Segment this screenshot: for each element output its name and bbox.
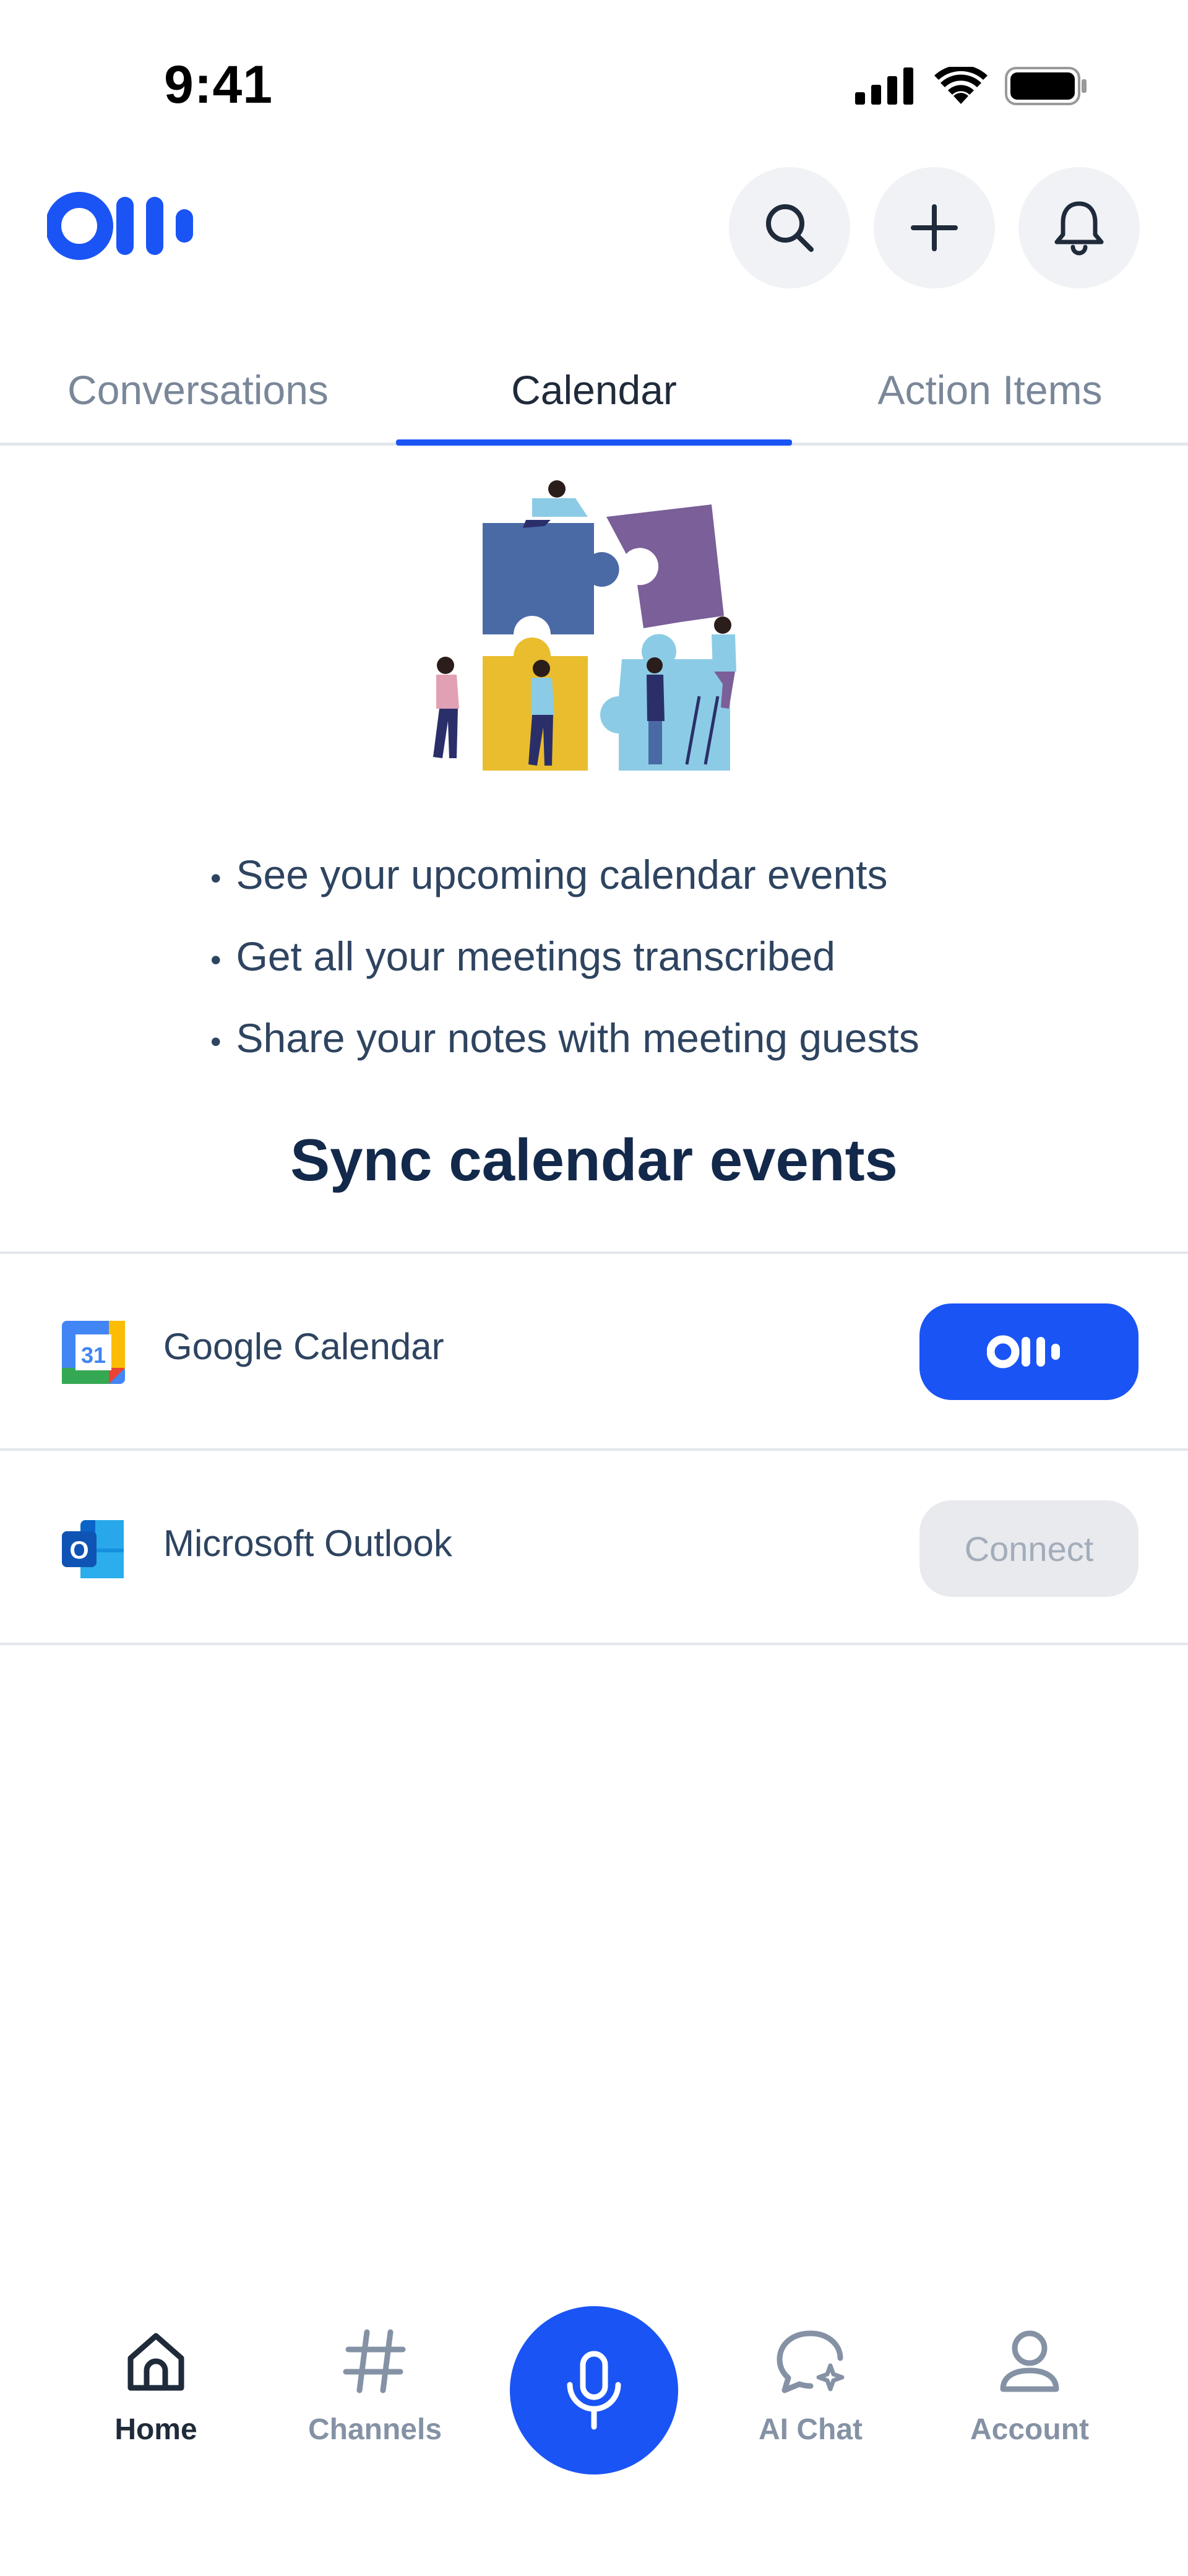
feature-item: • Get all your meetings transcribed bbox=[210, 933, 835, 979]
nav-home[interactable]: Home bbox=[75, 2327, 236, 2447]
notifications-button[interactable] bbox=[1018, 167, 1140, 288]
battery-icon bbox=[1005, 67, 1087, 105]
tab-calendar[interactable]: Calendar bbox=[396, 334, 792, 446]
status-icons bbox=[855, 67, 1089, 105]
puzzle-illustration bbox=[433, 480, 736, 771]
tab-action-items[interactable]: Action Items bbox=[792, 334, 1188, 446]
search-button[interactable] bbox=[729, 167, 850, 288]
otter-logo-icon bbox=[987, 1335, 1060, 1368]
plus-icon bbox=[911, 204, 958, 251]
tab-bar: Conversations Calendar Action Items bbox=[0, 334, 1188, 446]
google-calendar-icon: 31 bbox=[62, 1321, 125, 1384]
bottom-nav: Home Channels AI Chat Account bbox=[0, 2278, 1188, 2538]
feature-list: • See your upcoming calendar events • Get … bbox=[210, 836, 1077, 1081]
nav-account[interactable]: Account bbox=[949, 2327, 1110, 2447]
wifi-icon bbox=[934, 67, 988, 104]
add-button[interactable] bbox=[874, 167, 995, 288]
status-bar: 9:41 bbox=[0, 0, 1188, 161]
google-calendar-label: Google Calendar bbox=[163, 1326, 444, 1367]
sync-title: Sync calendar events bbox=[290, 1127, 898, 1193]
nav-ai-chat-label: AI Chat bbox=[759, 2413, 863, 2446]
active-tab-indicator bbox=[396, 439, 792, 446]
search-icon bbox=[766, 204, 814, 252]
nav-channels-label: Channels bbox=[308, 2413, 442, 2446]
record-button[interactable] bbox=[510, 2306, 678, 2474]
home-icon bbox=[127, 2333, 184, 2391]
bell-icon bbox=[1054, 201, 1104, 256]
google-calendar-connected-button[interactable] bbox=[919, 1303, 1138, 1400]
nav-ai-chat[interactable]: AI Chat bbox=[730, 2327, 891, 2447]
mic-icon bbox=[567, 2351, 621, 2430]
outlook-row: O Microsoft Outlook Connect bbox=[0, 1448, 1188, 1645]
feature-item: • Share your notes with meeting guests bbox=[210, 1015, 919, 1061]
google-calendar-row: 31 Google Calendar bbox=[0, 1251, 1188, 1448]
status-time: 9:41 bbox=[164, 55, 273, 115]
cellular-signal-icon bbox=[855, 67, 913, 105]
user-icon bbox=[1000, 2330, 1059, 2392]
svg-text:O: O bbox=[69, 1537, 88, 1564]
svg-text:31: 31 bbox=[81, 1342, 106, 1368]
feature-item: • See your upcoming calendar events bbox=[210, 852, 888, 897]
nav-home-label: Home bbox=[114, 2413, 197, 2446]
outlook-label: Microsoft Outlook bbox=[163, 1523, 452, 1564]
outlook-icon: O bbox=[62, 1520, 124, 1578]
nav-channels[interactable]: Channels bbox=[295, 2327, 455, 2447]
chat-sparkle-icon bbox=[777, 2330, 845, 2393]
nav-account-label: Account bbox=[970, 2413, 1089, 2446]
otter-logo-icon[interactable] bbox=[45, 192, 214, 260]
outlook-connect-button[interactable]: Connect bbox=[919, 1500, 1138, 1597]
hash-icon bbox=[343, 2329, 406, 2393]
tab-conversations[interactable]: Conversations bbox=[0, 334, 396, 446]
